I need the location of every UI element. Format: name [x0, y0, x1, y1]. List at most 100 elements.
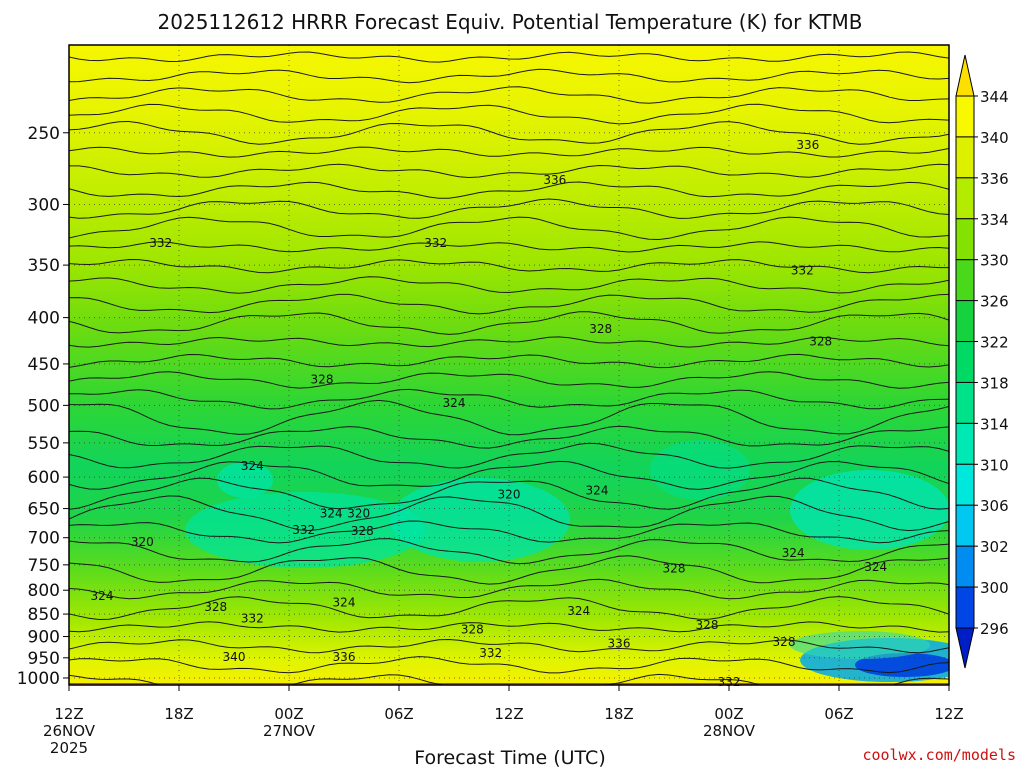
contour-label: 328 — [461, 622, 484, 636]
contour-label: 332 — [149, 236, 172, 250]
colorbar-label: 326 — [980, 293, 1009, 311]
contour-label: 332 — [241, 612, 264, 626]
contour-label: 328 — [351, 524, 374, 538]
contour-label: 328 — [809, 334, 832, 348]
y-tick-label: 550 — [28, 434, 60, 454]
colorbar-segment — [955, 136, 975, 179]
contour-label: 336 — [796, 138, 819, 152]
colorbar-label: 314 — [980, 415, 1009, 433]
contour-label: 324 — [320, 506, 343, 520]
x-tick-label: 18Z — [164, 705, 193, 723]
contour-label: 332 — [292, 523, 315, 537]
x-tick-label: 12Z — [494, 705, 523, 723]
contour-label: 336 — [333, 650, 356, 664]
y-tick-label: 650 — [28, 500, 60, 520]
y-tick-label: 450 — [28, 355, 60, 375]
contour-label: 320 — [498, 487, 521, 501]
colorbar-segment — [955, 95, 975, 138]
contour-label: 320 — [131, 535, 154, 549]
colorbar-segment — [955, 381, 975, 424]
contour-label: 324 — [586, 484, 609, 498]
plot-area: 336 336 332 332 332 328 328 328 324 324 320 324 324 3… — [68, 44, 950, 689]
colorbar-segment — [955, 463, 975, 506]
x-tick-label: 00Z — [274, 705, 303, 723]
colorbar-segment — [955, 422, 975, 465]
y-tick-label: 700 — [28, 529, 60, 549]
chart-title: 2025112612 HRRR Forecast Equiv. Potentia… — [158, 10, 863, 34]
contour-label: 336 — [543, 173, 566, 187]
contour-label: 332 — [791, 264, 814, 278]
x-axis-label: Forecast Time (UTC) — [414, 747, 605, 768]
x-tick-date: 27NOV — [263, 722, 316, 740]
colorbar-segment — [955, 300, 975, 343]
colorbar-label: 322 — [980, 334, 1009, 352]
y-tick-label: 750 — [28, 556, 60, 576]
y-tick-label: 600 — [28, 468, 60, 488]
x-tick-label: 12Z — [934, 705, 963, 723]
contour-label: 324 — [333, 595, 356, 609]
colorbar-segment — [955, 545, 975, 588]
contour-label: 324 — [241, 459, 264, 473]
y-tick-label: 400 — [28, 309, 60, 329]
colorbar-arrow-bottom — [955, 627, 975, 669]
colorbar-label: 296 — [980, 620, 1009, 638]
contour-label: 332 — [479, 646, 502, 660]
colorbar-segment — [955, 341, 975, 383]
contour-label: 328 — [204, 600, 227, 614]
y-tick-label: 850 — [28, 605, 60, 625]
x-tick-label: 12Z — [54, 705, 83, 723]
y-tick-label: 950 — [28, 649, 60, 669]
contour-label: 328 — [311, 372, 334, 386]
x-tick-label: 18Z — [604, 705, 633, 723]
equiv-potential-temperature-chart: 336 336 332 332 332 328 328 328 324 324 320 324 324 3… — [17, 10, 1016, 768]
credit-text: coolwx.com/models — [862, 746, 1016, 764]
y-tick-label: 300 — [28, 195, 60, 215]
colorbar-label: 310 — [980, 456, 1009, 474]
contour-label: 336 — [608, 636, 631, 650]
x-tick-date: 26NOV — [43, 722, 96, 740]
y-tick-label: 800 — [28, 581, 60, 601]
cold-pool-edge — [790, 631, 930, 659]
cold-pocket-4 — [650, 440, 750, 500]
colorbar-label: 302 — [980, 538, 1009, 556]
colorbar-label: 330 — [980, 252, 1009, 270]
y-tick-label: 250 — [28, 124, 60, 144]
colorbar-label: 336 — [980, 170, 1009, 188]
contour-label: 328 — [589, 322, 612, 336]
contour-label: 340 — [223, 650, 246, 664]
y-tick-label: 500 — [28, 396, 60, 416]
colorbar-label: 344 — [980, 88, 1009, 106]
colorbar: 344 340 336 334 330 326 322 318 314 310 306 302 300 2… — [955, 54, 1009, 669]
y-tick-label: 1000 — [17, 669, 60, 689]
y-tick-label: 900 — [28, 628, 60, 648]
cold-pocket-2 — [390, 478, 570, 562]
x-tick-label: 06Z — [384, 705, 413, 723]
contour-label: 332 — [424, 236, 447, 250]
y-tick-label: 350 — [28, 256, 60, 276]
colorbar-label: 318 — [980, 374, 1009, 392]
contour-label: 328 — [773, 635, 796, 649]
colorbar-segment — [955, 259, 975, 302]
contour-label: 324 — [567, 604, 590, 618]
colorbar-segment — [955, 218, 975, 261]
contour-label: 328 — [696, 618, 719, 632]
contour-label: 324 — [91, 589, 114, 603]
contour-label: 324 — [864, 560, 887, 574]
colorbar-arrow-top — [955, 54, 975, 97]
colorbar-label: 340 — [980, 129, 1009, 147]
y-axis: 250 300 350 400 450 500 550 600 650 700 750 800 850 9… — [17, 124, 69, 689]
colorbar-label: 300 — [980, 579, 1009, 597]
colorbar-segment — [955, 504, 975, 547]
colorbar-segment — [955, 586, 975, 629]
contour-label: 324 — [782, 546, 805, 560]
x-tick-label: 00Z — [714, 705, 743, 723]
x-tick-date: 28NOV — [703, 722, 756, 740]
x-tick-year: 2025 — [50, 739, 88, 757]
contour-label: 328 — [663, 561, 686, 575]
colorbar-label: 306 — [980, 497, 1009, 515]
contour-label: 320 — [347, 506, 370, 520]
colorbar-label: 334 — [980, 211, 1009, 229]
contour-label: 324 — [443, 396, 466, 410]
x-tick-label: 06Z — [824, 705, 853, 723]
colorbar-segment — [955, 177, 975, 220]
